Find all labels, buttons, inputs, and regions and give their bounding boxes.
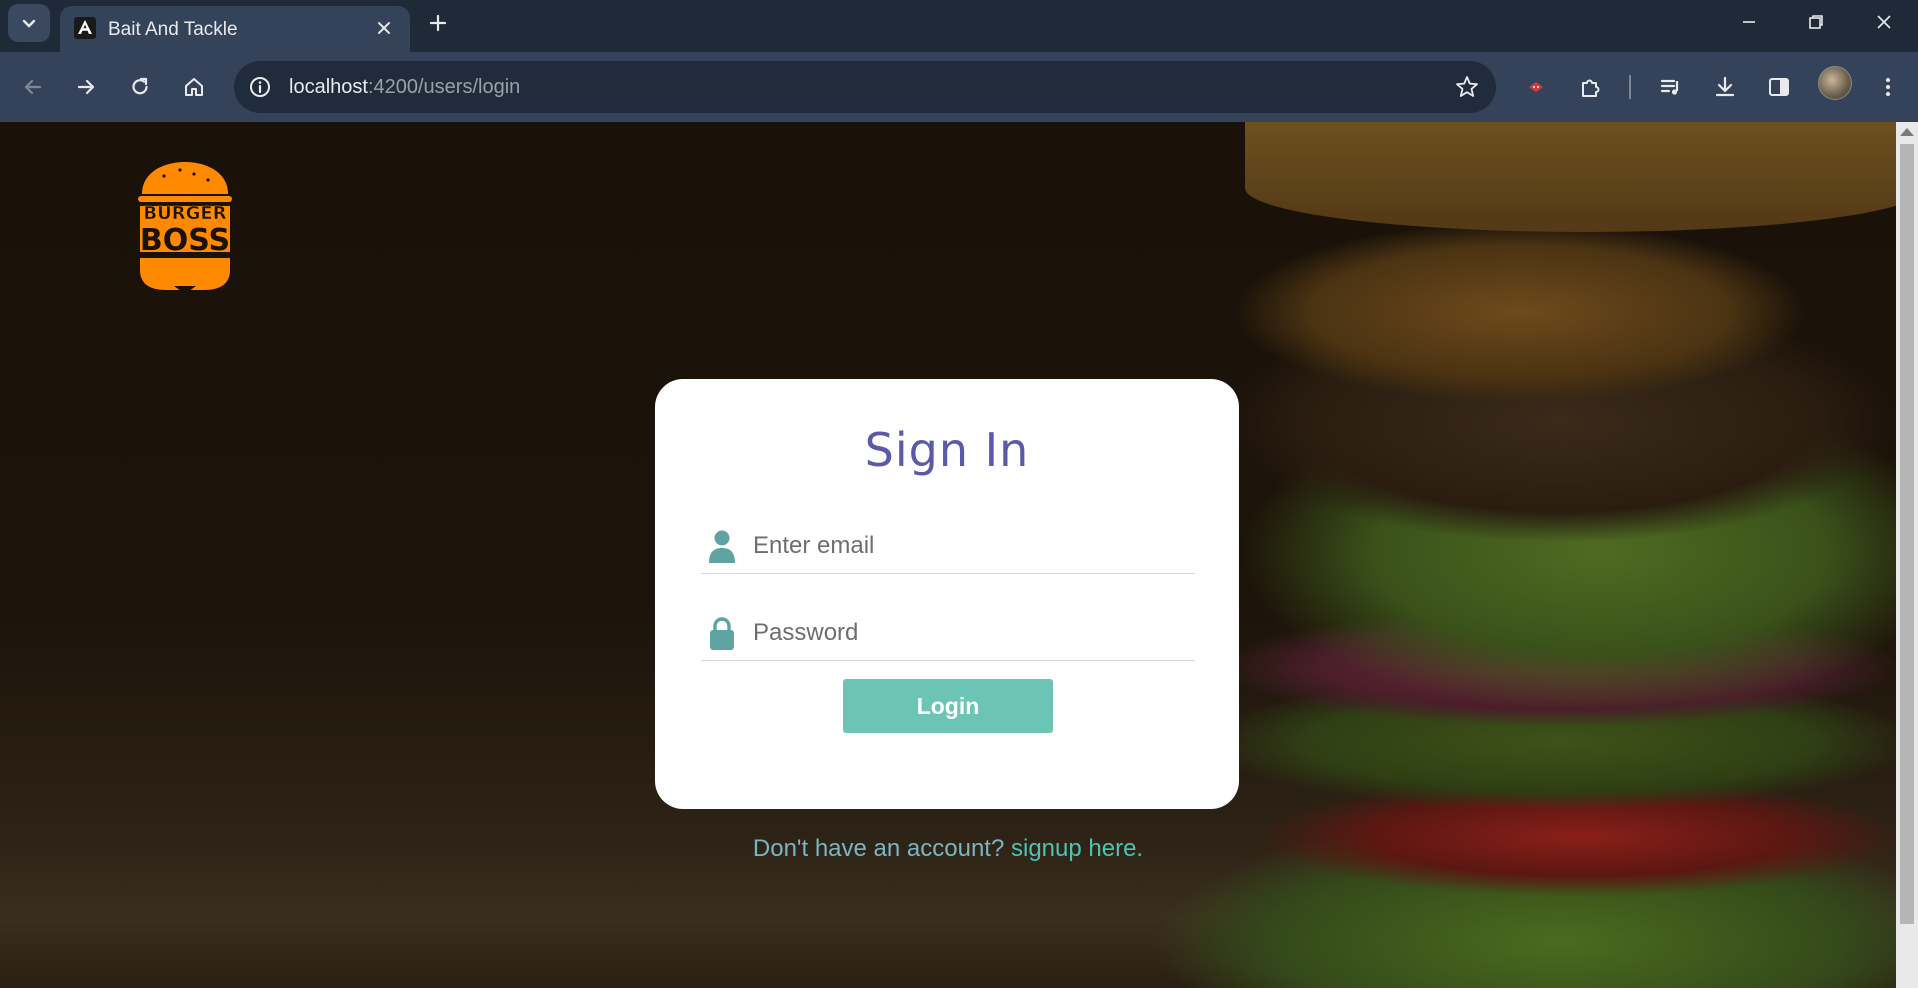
media-control-button[interactable] [1651,67,1691,107]
burger-background-image [1245,122,1896,232]
profile-avatar[interactable] [1818,66,1852,100]
download-icon [1715,76,1735,97]
url-path: :4200/users/login [367,76,521,98]
arrow-left-icon [24,79,42,95]
arrow-right-icon [77,79,95,95]
logo-text-line1: BURGER [143,203,226,224]
browser-menu-button[interactable] [1868,67,1908,107]
close-icon [378,22,390,34]
close-icon [1877,15,1891,29]
forward-button[interactable] [66,67,106,107]
password-field-row [701,602,1195,661]
browser-tab-active[interactable]: Bait And Tackle [60,6,410,52]
signup-prompt-text: Don't have an account? [752,835,1005,862]
login-card: Sign In Login [655,379,1239,809]
browser-toolbar: localhost:4200/users/login [0,52,1918,122]
chevron-down-icon [22,19,36,28]
signup-link[interactable]: signup here. [1011,835,1143,862]
lock-icon [710,617,734,650]
tab-close-button[interactable] [372,16,396,40]
home-button[interactable] [174,67,214,107]
downloads-button[interactable] [1705,67,1745,107]
back-button[interactable] [13,67,53,107]
login-button[interactable]: Login [843,679,1053,733]
burger-boss-logo[interactable]: BURGER BOSS [134,160,236,292]
extension-badge-icon [1529,82,1543,92]
logo-text-line2: BOSS [140,223,230,258]
page-title: Sign In [864,423,1030,477]
restore-icon [1809,15,1823,29]
plus-icon [429,14,447,32]
scroll-up-arrow-icon[interactable] [1900,128,1914,136]
toolbar-separator [1629,75,1631,99]
scrollbar-thumb[interactable] [1900,144,1914,924]
restore-button[interactable] [1796,6,1836,38]
email-input[interactable] [751,527,1185,565]
bookmark-star-icon[interactable] [1454,74,1480,100]
page-viewport: BURGER BOSS Sign In Login Don't have an … [0,122,1896,988]
angular-icon [74,17,96,39]
email-field-row [701,515,1195,574]
url-text[interactable]: localhost:4200/users/login [289,76,520,99]
close-window-button[interactable] [1864,6,1904,38]
side-panel-icon [1769,78,1789,96]
reload-button[interactable] [120,67,160,107]
minimize-icon [1743,21,1755,23]
extension-button[interactable] [1516,67,1556,107]
user-icon [709,530,735,563]
tab-search-button[interactable] [8,4,50,42]
playlist-icon [1660,79,1679,95]
minimize-button[interactable] [1729,6,1769,38]
page-scrollbar[interactable] [1896,122,1918,988]
password-input[interactable] [751,614,1185,652]
tab-strip: Bait And Tackle [0,0,1918,52]
reload-icon [132,77,148,95]
address-bar[interactable]: localhost:4200/users/login [234,61,1496,113]
site-info-icon[interactable] [248,75,272,99]
home-icon [185,78,203,96]
extensions-menu-button[interactable] [1571,67,1611,107]
more-vertical-icon [1886,78,1890,96]
side-panel-button[interactable] [1759,67,1799,107]
tab-title: Bait And Tackle [108,19,238,40]
signup-prompt: Don't have an account? signup here. [0,835,1896,863]
puzzle-icon [1582,79,1600,97]
new-tab-button[interactable] [424,9,452,37]
url-host: localhost [289,76,368,98]
